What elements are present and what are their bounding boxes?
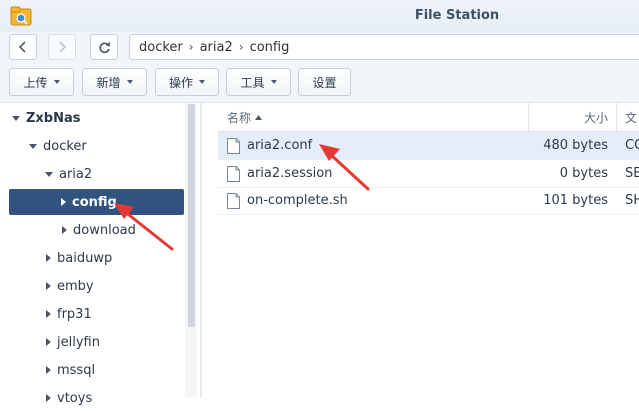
file-size: 480 bytes xyxy=(543,138,608,153)
tree-item-label: jellyfin xyxy=(57,334,100,350)
back-button[interactable] xyxy=(9,34,37,60)
tree-item-label: download xyxy=(73,222,136,238)
toolbar: 上传 新增 操作 工具 设置 xyxy=(0,62,639,103)
collapse-arrow-icon[interactable] xyxy=(62,226,67,234)
tree-item-label: frp31 xyxy=(57,306,92,322)
pane-divider[interactable] xyxy=(200,103,202,397)
tree-item-label: mssql xyxy=(57,362,96,378)
forward-button[interactable] xyxy=(48,34,76,60)
action-button[interactable]: 操作 xyxy=(155,68,219,96)
path-bar[interactable]: docker › aria2 › config xyxy=(129,34,639,60)
file-list-header: 名称 大小 文 xyxy=(218,103,639,132)
expand-arrow-icon[interactable] xyxy=(45,171,53,177)
new-button[interactable]: 新增 xyxy=(82,68,147,96)
chevron-left-icon xyxy=(18,41,26,53)
tree-item-jellyfin[interactable]: jellyfin xyxy=(46,329,100,355)
file-name: on-complete.sh xyxy=(247,193,348,208)
file-name: aria2.conf xyxy=(247,138,313,153)
file-icon xyxy=(227,165,240,182)
file-list: 名称 大小 文 aria2.conf 480 bytes CO aria2.se… xyxy=(218,103,639,397)
caret-down-icon xyxy=(270,80,277,84)
tree-item-label: ZxbNas xyxy=(26,110,81,126)
action-label: 操作 xyxy=(168,75,193,90)
column-header-name[interactable]: 名称 xyxy=(227,103,263,131)
collapse-arrow-icon[interactable] xyxy=(46,338,51,346)
caret-down-icon xyxy=(53,80,60,84)
file-type: SE xyxy=(625,166,639,181)
sort-ascending-icon xyxy=(255,114,263,120)
upload-label: 上传 xyxy=(23,75,48,90)
collapse-arrow-icon[interactable] xyxy=(46,310,51,318)
file-name: aria2.session xyxy=(247,166,333,181)
settings-button[interactable]: 设置 xyxy=(298,68,351,96)
refresh-icon xyxy=(98,41,110,53)
caret-down-icon xyxy=(199,80,205,84)
file-type: CO xyxy=(625,138,639,153)
file-row-on-complete-sh[interactable]: on-complete.sh 101 bytes SH xyxy=(218,187,639,215)
tree-item-download[interactable]: download xyxy=(62,217,136,243)
collapse-arrow-icon[interactable] xyxy=(46,394,51,402)
file-icon xyxy=(227,137,240,154)
column-separator[interactable] xyxy=(616,103,617,131)
tree-item-docker[interactable]: docker xyxy=(29,133,87,159)
tree-item-label: docker xyxy=(43,138,87,154)
collapse-arrow-icon[interactable] xyxy=(46,254,51,262)
upload-button[interactable]: 上传 xyxy=(9,68,74,96)
file-icon xyxy=(227,192,240,209)
column-header-size[interactable]: 大小 xyxy=(529,103,608,131)
refresh-button[interactable] xyxy=(90,34,118,60)
tree-item-config[interactable]: config xyxy=(9,189,184,215)
collapse-arrow-icon[interactable] xyxy=(46,282,51,290)
folder-tree: ZxbNas docker aria2 config download baid… xyxy=(0,103,197,406)
chevron-right-icon: › xyxy=(238,40,244,54)
tree-item-frp31[interactable]: frp31 xyxy=(46,301,92,327)
navigation-bar: docker › aria2 › config xyxy=(0,32,639,62)
new-label: 新增 xyxy=(96,75,121,90)
tools-button[interactable]: 工具 xyxy=(226,68,291,96)
file-size: 0 bytes xyxy=(559,166,608,181)
tree-item-emby[interactable]: emby xyxy=(46,273,94,299)
path-segment-aria2[interactable]: aria2 xyxy=(200,40,233,55)
tree-item-label: vtoys xyxy=(57,390,93,406)
tree-item-label: config xyxy=(72,194,117,210)
column-header-type[interactable]: 文 xyxy=(625,103,637,131)
tree-item-baiduwp[interactable]: baiduwp xyxy=(46,245,112,271)
file-type: SH xyxy=(625,193,639,208)
window-title: File Station xyxy=(414,8,500,23)
tree-item-vtoys[interactable]: vtoys xyxy=(46,385,92,411)
tree-item-zxbnas[interactable]: ZxbNas xyxy=(12,105,81,131)
tree-item-label: aria2 xyxy=(59,166,93,182)
file-row-aria2-session[interactable]: aria2.session 0 bytes SE xyxy=(218,160,639,188)
path-segment-docker[interactable]: docker xyxy=(139,40,183,55)
tree-item-label: baiduwp xyxy=(57,250,113,266)
caret-down-icon xyxy=(126,80,133,84)
column-header-name-label: 名称 xyxy=(227,110,252,125)
file-size: 101 bytes xyxy=(543,193,608,208)
column-header-type-label: 文 xyxy=(625,110,638,125)
tree-item-mssql[interactable]: mssql xyxy=(46,357,95,383)
collapse-arrow-icon[interactable] xyxy=(46,366,51,374)
collapse-arrow-icon[interactable] xyxy=(61,198,66,206)
settings-label: 设置 xyxy=(312,75,337,90)
tree-item-label: emby xyxy=(57,278,94,294)
column-header-size-label: 大小 xyxy=(583,110,608,125)
tools-label: 工具 xyxy=(240,75,265,90)
expand-arrow-icon[interactable] xyxy=(29,143,37,149)
expand-arrow-icon[interactable] xyxy=(12,115,20,121)
chevron-right-icon: › xyxy=(188,40,194,54)
file-row-aria2-conf[interactable]: aria2.conf 480 bytes CO xyxy=(218,132,639,160)
sidebar-scrollbar-thumb[interactable] xyxy=(188,104,195,327)
path-segment-config[interactable]: config xyxy=(250,40,290,55)
title-bar: File Station xyxy=(0,0,639,32)
tree-item-aria2[interactable]: aria2 xyxy=(45,161,92,187)
chevron-right-icon xyxy=(59,41,67,53)
